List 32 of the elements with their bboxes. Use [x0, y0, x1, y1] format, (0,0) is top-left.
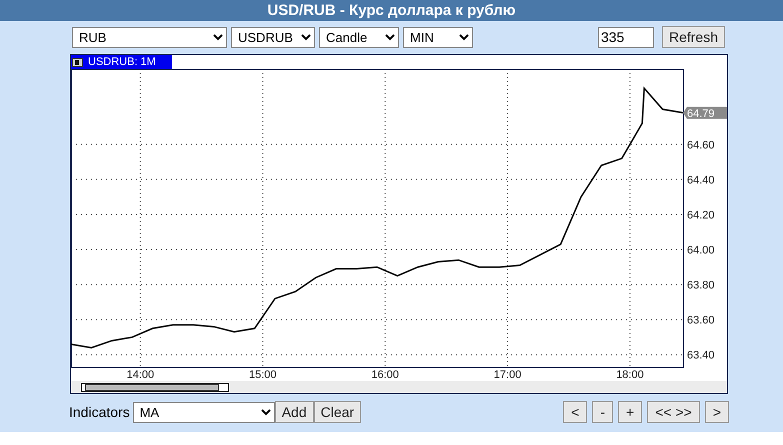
count-field[interactable]: 335	[598, 26, 654, 48]
indicators-label: Indicators	[69, 404, 130, 420]
axis-label: 63.60	[687, 314, 715, 327]
nav-button[interactable]: <	[563, 401, 588, 423]
dropdown[interactable]: USDRUB	[231, 26, 315, 48]
axis-label: 64.60	[687, 139, 715, 152]
axis-label: 63.80	[687, 280, 715, 292]
refresh-button[interactable]: Refresh	[662, 26, 725, 48]
toolbar-button[interactable]: Add	[274, 401, 314, 423]
axis-label: 17:00	[494, 369, 522, 381]
nav-button[interactable]: >	[704, 401, 729, 423]
axis-label: 14:00	[126, 369, 154, 381]
axis-label: 64.20	[687, 210, 715, 222]
toolbar-button[interactable]: Clear	[314, 401, 362, 423]
axis-label: 63.40	[687, 350, 715, 362]
dropdown[interactable]: RUB	[72, 26, 227, 48]
axis-label: 64.40	[687, 174, 715, 186]
indicator-dropdown[interactable]: MA	[132, 402, 275, 422]
axis-label: 15:00	[249, 369, 277, 381]
axis-label: 16:00	[371, 369, 399, 381]
nav-button[interactable]: << >>	[647, 401, 700, 423]
nav-button[interactable]: -	[592, 401, 614, 423]
price-tag: 64.79	[683, 106, 727, 120]
dropdown[interactable]: Candle	[319, 26, 399, 48]
scrollbar[interactable]	[71, 381, 727, 393]
window-icon	[72, 58, 83, 66]
chart-label: USDRUB: 1M	[88, 56, 156, 68]
dropdown[interactable]: MIN	[403, 26, 473, 48]
nav-button[interactable]: +	[618, 401, 642, 423]
page-title: USD/RUB - Курс доллара к рублю	[267, 2, 516, 19]
axis-label: 64.00	[687, 244, 715, 257]
axis-label: 18:00	[616, 369, 644, 381]
